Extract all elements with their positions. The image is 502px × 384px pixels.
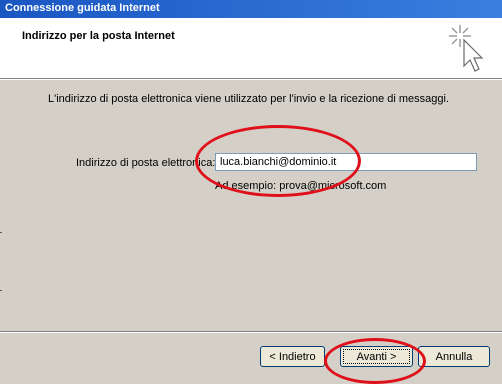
header-separator (0, 79, 502, 80)
edge-mark (0, 290, 2, 291)
next-button[interactable]: Avanti > (340, 346, 413, 367)
wizard-header: Indirizzo per la posta Internet (0, 18, 502, 79)
email-label: Indirizzo di posta elettronica: (76, 157, 216, 169)
window-title: Connessione guidata Internet (5, 2, 160, 14)
example-text: Ad esempio: prova@microsoft.com (215, 180, 387, 192)
cancel-button[interactable]: Annulla (418, 346, 490, 367)
page-title: Indirizzo per la posta Internet (22, 30, 175, 42)
footer-separator-highlight (0, 332, 502, 333)
wizard-wand-icon (449, 25, 484, 72)
title-bar[interactable]: Connessione guidata Internet (0, 0, 502, 19)
email-field[interactable] (215, 153, 477, 171)
description-text: L'indirizzo di posta elettronica viene u… (48, 93, 450, 105)
back-button[interactable]: < Indietro (260, 346, 325, 367)
edge-mark (0, 232, 2, 233)
